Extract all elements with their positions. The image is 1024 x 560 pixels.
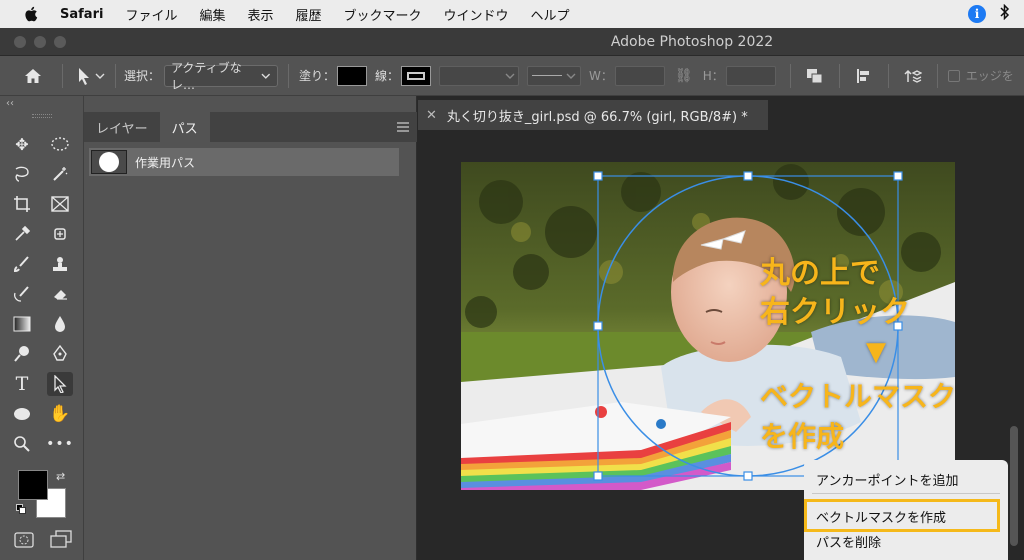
width-field[interactable]	[614, 65, 665, 86]
menu-view[interactable]: 表示	[247, 5, 273, 24]
select-label: 選択：	[124, 69, 161, 83]
menu-separator	[812, 493, 1000, 494]
menu-edit[interactable]: 編集	[199, 5, 225, 24]
bluetooth-icon[interactable]	[1000, 3, 1010, 24]
blur-tool-icon[interactable]	[47, 312, 73, 336]
path-thumbnail	[91, 150, 127, 174]
divider	[62, 63, 63, 88]
align-edges-label: エッジを	[965, 69, 1014, 83]
select-dropdown[interactable]: アクティブなレ…	[164, 61, 279, 92]
default-colors-icon[interactable]	[16, 504, 26, 514]
more-tools-icon[interactable]: •••	[46, 432, 73, 456]
panel-tabs: レイヤー パス	[84, 112, 417, 142]
menu-app-name[interactable]: Safari	[60, 7, 103, 22]
collapse-toolbar-icon[interactable]: ‹‹	[6, 98, 14, 109]
paths-panel: レイヤー パス 作業用パス	[84, 96, 417, 560]
swap-colors-icon[interactable]: ⇄	[56, 470, 65, 483]
path-name: 作業用パス	[135, 155, 196, 170]
path-selection-tool-icon[interactable]	[77, 65, 107, 87]
menu-item-make-vector-mask[interactable]: ベクトルマスクを作成	[816, 507, 946, 526]
hand-tool-icon[interactable]: ✋	[47, 402, 73, 426]
window-title: Adobe Photoshop 2022	[610, 34, 774, 50]
annotation-line-2: 右クリック	[760, 295, 910, 330]
history-brush-tool-icon[interactable]	[9, 282, 35, 306]
spot-healing-tool-icon[interactable]	[47, 222, 73, 246]
eraser-tool-icon[interactable]	[47, 282, 73, 306]
annotation-line-3: ベクトルマスク	[760, 380, 957, 413]
path-operations-icon[interactable]	[803, 65, 827, 87]
eyedropper-tool-icon[interactable]	[9, 222, 35, 246]
elliptical-marquee-tool-icon[interactable]	[47, 132, 73, 156]
screen-mode-icon[interactable]	[50, 530, 72, 551]
divider	[288, 63, 290, 88]
home-icon[interactable]	[22, 65, 44, 87]
gradient-tool-icon[interactable]	[9, 312, 35, 336]
menu-history[interactable]: 履歴	[295, 5, 321, 24]
annotation-line-1: 丸の上で	[760, 256, 880, 291]
link-icon[interactable]: ⛓	[675, 68, 693, 84]
foreground-color-swatch-top	[18, 470, 48, 500]
annotation-line-4: を作成	[760, 420, 845, 453]
divider	[789, 63, 791, 88]
tab-paths[interactable]: パス	[159, 112, 210, 142]
stroke-label: 線：	[375, 69, 400, 83]
menu-window[interactable]: ウインドウ	[444, 5, 509, 24]
menu-item-delete-path[interactable]: パスを削除	[816, 532, 881, 551]
menu-item-add-anchor-point[interactable]: アンカーポイントを追加	[816, 470, 958, 489]
chevron-down-icon	[566, 73, 576, 79]
document-tab[interactable]: ✕ 丸く切り抜き_girl.psd @ 66.7% (girl, RGB/8#)…	[418, 100, 768, 130]
move-tool-icon[interactable]: ✥	[9, 132, 35, 156]
menu-file[interactable]: ファイル	[125, 5, 177, 24]
options-bar: 選択： アクティブなレ… 塗り： 線： W： ⛓ H： エッジを	[0, 56, 1024, 96]
ellipse-tool-icon[interactable]	[9, 402, 35, 426]
type-tool-icon[interactable]: T	[9, 372, 35, 396]
close-tab-icon[interactable]: ✕	[426, 108, 437, 123]
width-label: W：	[589, 69, 613, 83]
chevron-down-icon	[505, 73, 515, 79]
brush-tool-icon[interactable]	[9, 252, 35, 276]
align-edges-checkbox[interactable]	[947, 69, 960, 82]
dodge-tool-icon[interactable]	[9, 342, 35, 366]
path-arrangement-icon[interactable]	[901, 65, 925, 87]
context-menu: アンカーポイントを追加 ベクトルマスクを作成 パスを削除	[804, 460, 1008, 560]
info-icon[interactable]: i	[968, 5, 986, 23]
stroke-width-field[interactable]	[439, 65, 520, 86]
toolbar-grip[interactable]	[32, 114, 52, 118]
select-dropdown-value: アクティブなレ…	[171, 60, 242, 92]
toolbar: ‹‹ ‹‹ ✥ T ✋ ••• ⇄	[0, 96, 98, 560]
crop-tool-icon[interactable]	[9, 192, 35, 216]
chevron-down-icon	[261, 73, 271, 79]
divider	[838, 63, 840, 88]
height-label: H：	[702, 69, 724, 83]
path-row-work-path[interactable]: 作業用パス	[89, 148, 399, 176]
document-tab-title: 丸く切り抜き_girl.psd @ 66.7% (girl, RGB/8#) *	[446, 109, 748, 125]
menu-help[interactable]: ヘルプ	[531, 5, 570, 24]
tab-layers[interactable]: レイヤー	[84, 112, 160, 142]
fill-label: 塗り：	[299, 69, 336, 83]
stroke-type-dropdown[interactable]	[527, 65, 582, 86]
panel-menu-icon[interactable]	[397, 112, 409, 142]
frame-tool-icon[interactable]	[47, 192, 73, 216]
path-alignment-icon[interactable]	[852, 65, 876, 87]
lasso-tool-icon[interactable]	[9, 162, 35, 186]
direct-selection-tool-icon[interactable]	[47, 372, 73, 396]
magic-wand-tool-icon[interactable]	[47, 162, 73, 186]
divider	[936, 63, 938, 88]
vertical-scrollbar[interactable]	[1010, 426, 1018, 546]
annotation-arrow: ▼	[866, 337, 886, 367]
divider	[115, 63, 116, 88]
window-titlebar: Adobe Photoshop 2022	[0, 28, 1024, 56]
menu-bookmarks[interactable]: ブックマーク	[344, 5, 422, 24]
macos-menubar: Safari ファイル 編集 表示 履歴 ブックマーク ウインドウ ヘルプ i	[0, 0, 1024, 28]
stroke-color-swatch[interactable]	[401, 65, 432, 86]
apple-icon[interactable]	[20, 4, 42, 24]
zoom-tool-icon[interactable]	[9, 432, 35, 456]
pen-tool-icon[interactable]	[47, 342, 73, 366]
height-field[interactable]	[725, 65, 776, 86]
quick-mask-icon[interactable]	[14, 532, 34, 551]
divider	[887, 63, 889, 88]
fill-color-swatch[interactable]	[337, 65, 368, 86]
clone-stamp-tool-icon[interactable]	[47, 252, 73, 276]
